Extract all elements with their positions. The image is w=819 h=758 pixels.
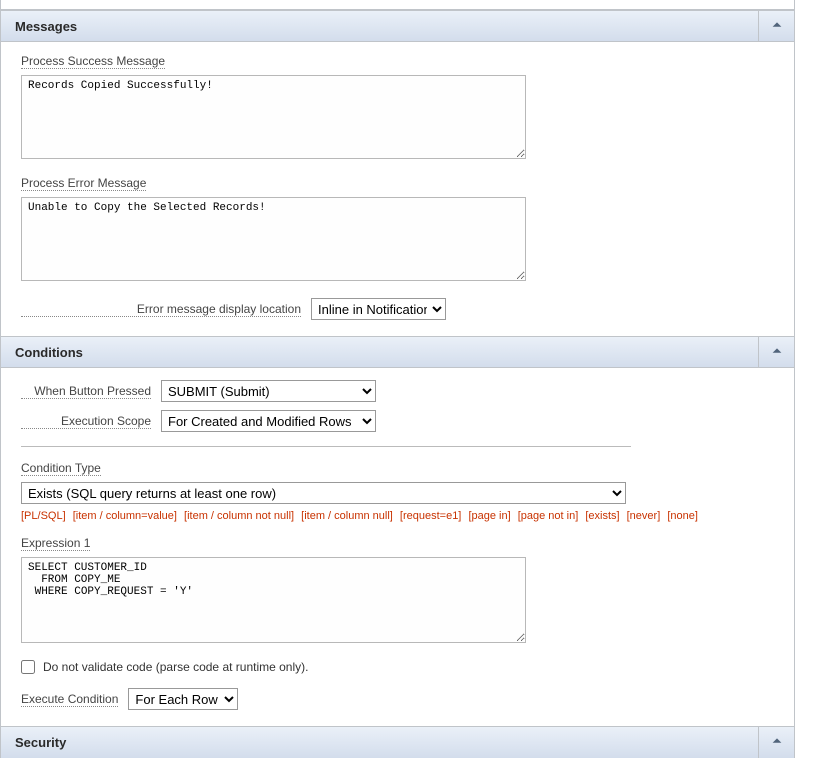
execution-scope-label: Execution Scope <box>21 414 151 429</box>
success-msg-label: Process Success Message <box>21 54 165 69</box>
security-section-header[interactable]: Security <box>1 726 794 758</box>
execute-condition-select[interactable]: For Each Row <box>128 688 238 710</box>
conditions-section-header[interactable]: Conditions <box>1 336 794 368</box>
chevron-up-icon <box>770 344 784 361</box>
quick-page-not-in[interactable]: [page not in] <box>518 510 579 522</box>
do-not-validate-checkbox[interactable] <box>21 660 35 674</box>
error-location-label: Error message display location <box>21 302 301 317</box>
conditions-title: Conditions <box>15 345 83 360</box>
error-msg-textarea[interactable] <box>21 197 526 281</box>
chevron-up-icon <box>770 18 784 35</box>
condition-quick-links: [PL/SQL] [item / column=value] [item / c… <box>21 510 774 522</box>
condition-type-select[interactable]: Exists (SQL query returns at least one r… <box>21 482 626 504</box>
quick-plsql[interactable]: [PL/SQL] <box>21 510 66 522</box>
do-not-validate-label: Do not validate code (parse code at runt… <box>43 660 308 674</box>
messages-collapse-button[interactable] <box>758 11 794 41</box>
divider <box>21 446 631 447</box>
quick-exists[interactable]: [exists] <box>585 510 619 522</box>
expression1-textarea[interactable] <box>21 557 526 643</box>
messages-title: Messages <box>15 19 77 34</box>
execution-scope-select[interactable]: For Created and Modified Rows <box>161 410 376 432</box>
messages-section-body: Process Success Message Process Error Me… <box>1 42 794 336</box>
error-msg-label: Process Error Message <box>21 176 146 191</box>
quick-request-e1[interactable]: [request=e1] <box>400 510 461 522</box>
messages-section-header[interactable]: Messages <box>1 10 794 42</box>
quick-item-col-notnull[interactable]: [item / column not null] <box>184 510 294 522</box>
button-pressed-label: When Button Pressed <box>21 384 151 399</box>
quick-page-in[interactable]: [page in] <box>468 510 510 522</box>
quick-item-col-null[interactable]: [item / column null] <box>301 510 393 522</box>
security-title: Security <box>15 735 66 750</box>
condition-type-label: Condition Type <box>21 461 101 476</box>
quick-item-col-value[interactable]: [item / column=value] <box>73 510 177 522</box>
security-collapse-button[interactable] <box>758 727 794 758</box>
button-pressed-select[interactable]: SUBMIT (Submit) <box>161 380 376 402</box>
error-location-select[interactable]: Inline in Notification <box>311 298 446 320</box>
chevron-up-icon <box>770 734 784 751</box>
conditions-section-body: When Button Pressed SUBMIT (Submit) Exec… <box>1 368 794 726</box>
quick-none[interactable]: [none] <box>667 510 698 522</box>
quick-never[interactable]: [never] <box>627 510 661 522</box>
conditions-collapse-button[interactable] <box>758 337 794 367</box>
execute-condition-label: Execute Condition <box>21 692 118 707</box>
expression1-label: Expression 1 <box>21 536 90 551</box>
success-msg-textarea[interactable] <box>21 75 526 159</box>
